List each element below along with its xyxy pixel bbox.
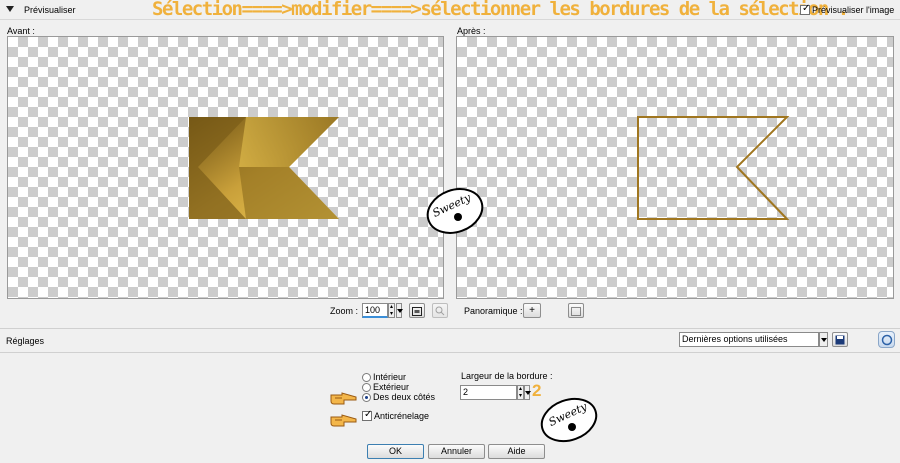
chevron-down-icon bbox=[525, 391, 531, 395]
zoom-lens-button[interactable] bbox=[432, 303, 448, 318]
radio-inside-label: Intérieur bbox=[373, 372, 407, 382]
plus-move-icon: + bbox=[529, 305, 535, 316]
radio-inside[interactable] bbox=[362, 373, 371, 382]
chevron-down-icon bbox=[821, 338, 827, 342]
border-width-dropdown[interactable] bbox=[524, 385, 531, 400]
radio-both-label: Des deux côtés bbox=[373, 392, 436, 402]
view-all-button[interactable] bbox=[568, 303, 584, 318]
zoom-spinner[interactable]: ▴ ▾ bbox=[388, 303, 395, 318]
zoom-fit-button[interactable] bbox=[409, 303, 425, 318]
border-width-label: Largeur de la bordure : bbox=[461, 371, 553, 381]
before-preview-pane[interactable] bbox=[7, 36, 444, 299]
pointing-hand-icon bbox=[330, 414, 357, 427]
cancel-button[interactable]: Annuler bbox=[428, 444, 485, 459]
settings-label: Réglages bbox=[6, 336, 45, 346]
instruction-banner: Sélection====>modifier====>sélectionner … bbox=[152, 0, 849, 20]
dotted-frame-icon bbox=[571, 307, 581, 316]
antialias-label: Anticrénelage bbox=[374, 411, 430, 421]
border-width-input[interactable]: 2 bbox=[460, 385, 517, 400]
refresh-icon bbox=[881, 334, 893, 346]
reset-button[interactable] bbox=[878, 331, 895, 348]
radio-outside[interactable] bbox=[362, 383, 371, 392]
pointing-hand-icon bbox=[330, 392, 357, 405]
zoom-input[interactable]: 100 bbox=[362, 303, 388, 318]
divider bbox=[0, 352, 900, 353]
magnifier-icon bbox=[435, 306, 445, 316]
radio-both-sides[interactable] bbox=[362, 393, 371, 402]
pan-label: Panoramique : bbox=[464, 306, 523, 316]
after-label: Après : bbox=[457, 26, 486, 36]
border-width-spinner[interactable]: ▴ ▾ bbox=[517, 385, 524, 400]
watermark-seal: Sweety bbox=[426, 188, 484, 234]
after-preview-pane[interactable] bbox=[456, 36, 894, 299]
before-label: Avant : bbox=[7, 26, 35, 36]
radio-outside-label: Extérieur bbox=[373, 382, 410, 392]
zoom-label: Zoom : bbox=[330, 306, 359, 316]
antialias-checkbox[interactable]: ✓ bbox=[362, 409, 372, 421]
zoom-dropdown[interactable] bbox=[396, 303, 403, 318]
save-preset-button[interactable] bbox=[832, 332, 848, 347]
preset-dropdown-button[interactable] bbox=[819, 332, 828, 347]
preset-select[interactable]: Dernières options utilisées bbox=[679, 332, 819, 347]
watermark-seal: Sweety bbox=[540, 397, 598, 443]
gold-banner-shape bbox=[189, 117, 339, 219]
save-icon bbox=[835, 335, 845, 345]
preview-title: Prévisualiser bbox=[24, 5, 76, 15]
pan-button[interactable]: + bbox=[523, 303, 541, 318]
divider bbox=[0, 328, 900, 329]
selection-border-outline bbox=[637, 116, 790, 220]
preview-image-label: Prévisualiser l'image bbox=[812, 5, 895, 15]
chevron-down-icon bbox=[397, 309, 403, 313]
fit-window-icon bbox=[412, 307, 422, 316]
collapse-arrow-icon[interactable] bbox=[6, 6, 14, 12]
preview-image-checkbox[interactable]: ✓ bbox=[800, 3, 810, 15]
ok-button[interactable]: OK bbox=[367, 444, 424, 459]
help-button[interactable]: Aide bbox=[488, 444, 545, 459]
